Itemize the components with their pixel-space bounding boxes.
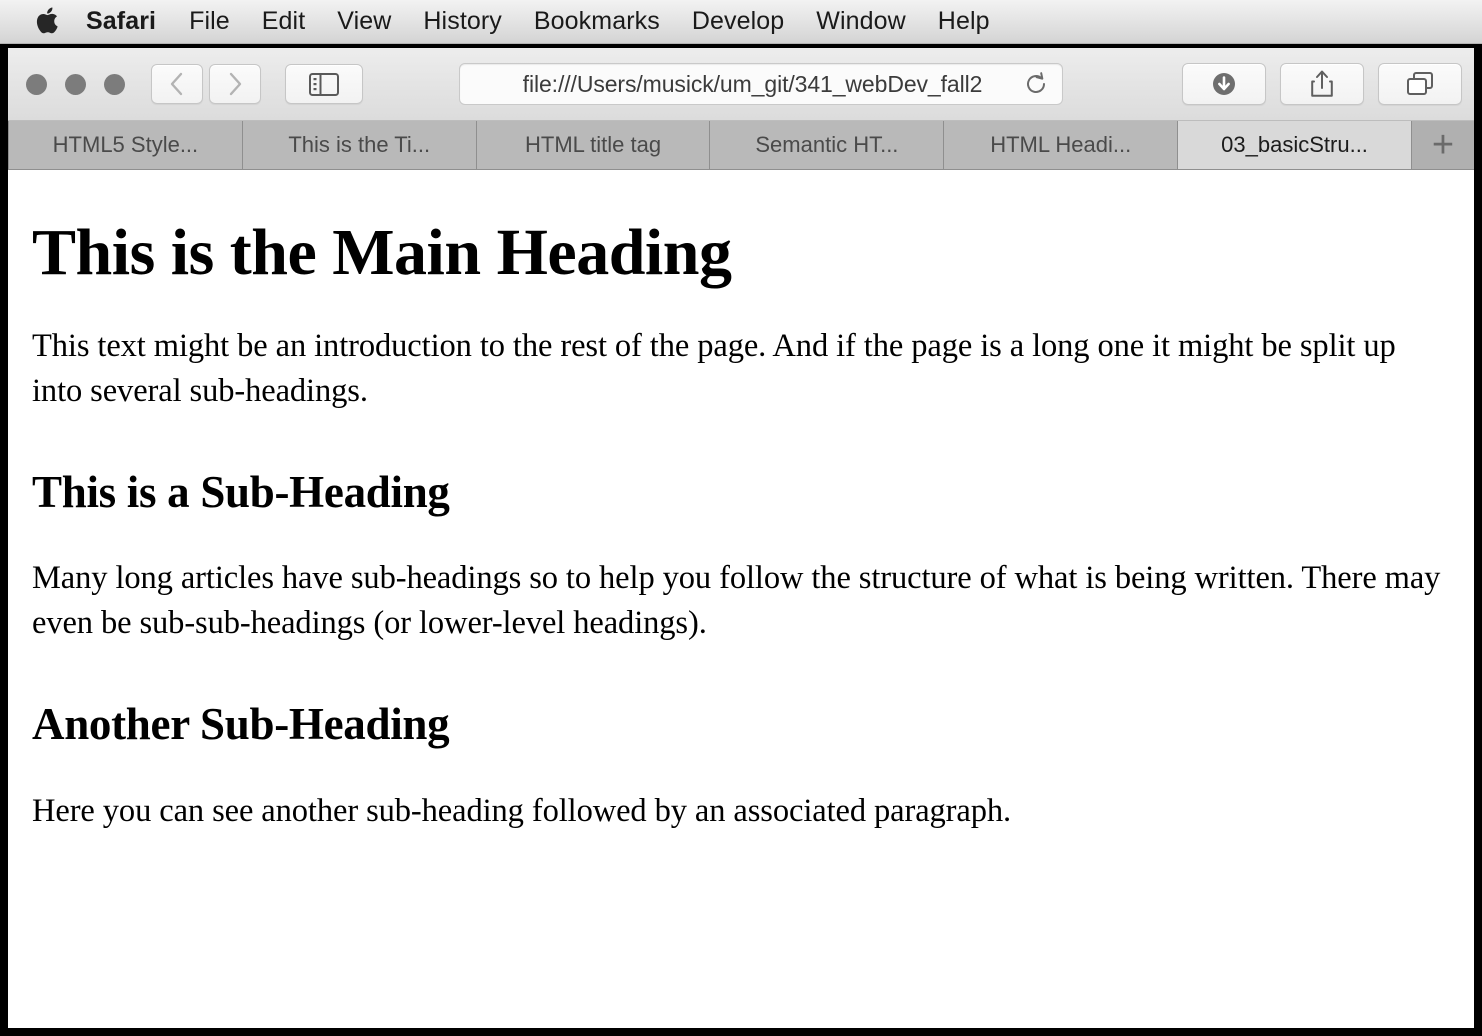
zoom-window-button[interactable] (104, 73, 125, 95)
menu-item-safari[interactable]: Safari (86, 7, 156, 36)
page-content: This is the Main Heading This text might… (8, 170, 1474, 1026)
menu-item-bookmarks[interactable]: Bookmarks (534, 7, 660, 36)
plus-icon: + (1431, 124, 1455, 166)
new-tab-button[interactable]: + (1411, 121, 1474, 169)
menu-item-view[interactable]: View (337, 7, 391, 36)
macos-menu-bar: Safari File Edit View History Bookmarks … (0, 0, 1482, 44)
tab-label: HTML title tag (525, 132, 662, 157)
menu-item-help[interactable]: Help (938, 7, 990, 36)
screen: Safari File Edit View History Bookmarks … (0, 0, 1482, 1036)
tab-label: 03_basicStru... (1221, 132, 1368, 157)
menu-item-window[interactable]: Window (816, 7, 906, 36)
menu-item-edit[interactable]: Edit (262, 7, 305, 36)
share-icon[interactable] (1280, 63, 1364, 105)
toolbar-right-buttons (1182, 63, 1462, 105)
tab-overview-icon[interactable] (1378, 63, 1462, 105)
browser-toolbar: file:///Users/musick/um_git/341_webDev_f… (8, 48, 1474, 121)
tab-label: Semantic HT... (755, 132, 899, 157)
tab-03-basic-structure[interactable]: 03_basicStru... (1178, 121, 1412, 169)
safari-window: file:///Users/musick/um_git/341_webDev_f… (8, 48, 1474, 1028)
tab-html-headings[interactable]: HTML Headi... (944, 121, 1179, 169)
paragraph-first: Many long articles have sub-headings so … (32, 560, 1441, 642)
tab-html-title-tag[interactable]: HTML title tag (476, 121, 711, 169)
downloads-icon[interactable] (1182, 63, 1266, 105)
window-controls (26, 73, 125, 95)
url-text[interactable]: file:///Users/musick/um_git/341_webDev_f… (523, 71, 983, 98)
intro-paragraph: This text might be an introduction to th… (32, 327, 1396, 409)
paragraph-second: Here you can see another sub-heading fol… (32, 792, 1012, 829)
sub-heading-second: Another Sub-Heading (32, 698, 450, 749)
apple-logo-icon[interactable] (34, 7, 60, 37)
back-button[interactable] (151, 64, 203, 104)
tab-this-is-the-title[interactable]: This is the Ti... (242, 121, 477, 169)
menu-item-file[interactable]: File (189, 7, 230, 36)
sub-heading-first: This is a Sub-Heading (32, 466, 450, 517)
minimize-window-button[interactable] (65, 73, 86, 95)
sidebar-toggle-icon[interactable] (285, 64, 363, 104)
navigation-buttons (151, 64, 261, 104)
tab-html5-style[interactable]: HTML5 Style... (8, 121, 243, 169)
tab-semantic-html[interactable]: Semantic HT... (710, 121, 945, 169)
address-bar[interactable]: file:///Users/musick/um_git/341_webDev_f… (458, 63, 1063, 105)
tab-label: HTML5 Style... (52, 132, 199, 157)
tab-bar: HTML5 Style... This is the Ti... HTML ti… (8, 121, 1474, 170)
menu-item-develop[interactable]: Develop (692, 7, 784, 36)
close-window-button[interactable] (26, 73, 47, 95)
tab-label: This is the Ti... (288, 132, 431, 157)
page-title: This is the Main Heading (32, 216, 732, 289)
forward-button[interactable] (209, 64, 261, 104)
reload-icon[interactable] (1024, 72, 1048, 96)
address-bar-container: file:///Users/musick/um_git/341_webDev_f… (363, 63, 1158, 105)
menu-item-history[interactable]: History (423, 7, 501, 36)
tab-label: HTML Headi... (990, 132, 1132, 157)
